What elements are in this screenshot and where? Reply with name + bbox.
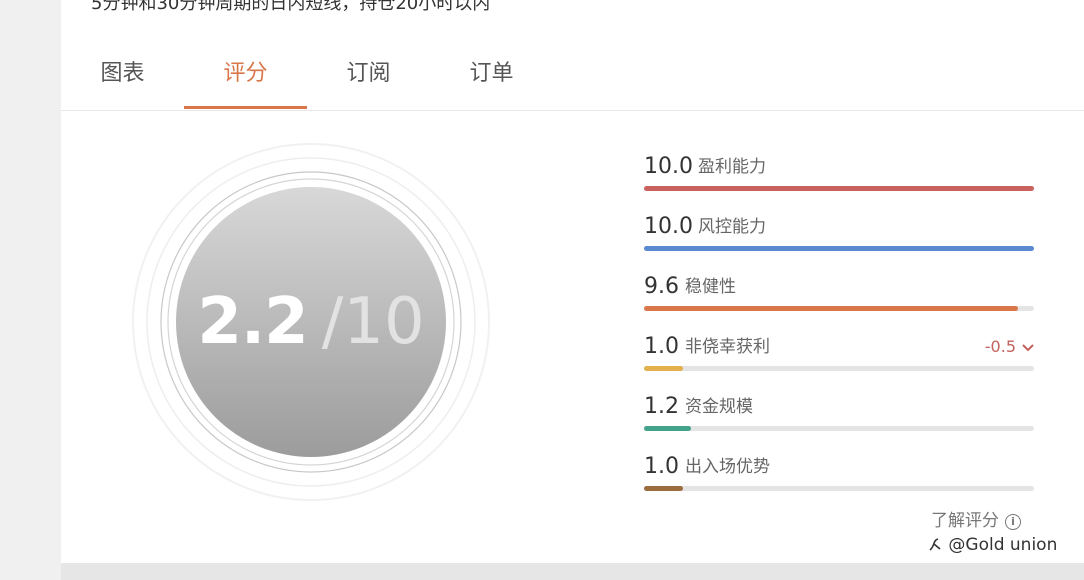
metric-risk-control: 10.0 风控能力 bbox=[644, 210, 1034, 270]
score-value: 2.2 bbox=[197, 285, 308, 359]
tab-subscribe[interactable]: 订阅 bbox=[307, 40, 430, 108]
bottom-strip bbox=[61, 563, 1084, 580]
metric-label: 稳健性 bbox=[685, 277, 736, 297]
main-card: 5分钟和30分钟周期的日内短线，持仓20小时以内 图表 评分 订阅 订单 2.2… bbox=[61, 0, 1084, 563]
metric-capital-scale: 1.2 资金规模 bbox=[644, 390, 1034, 450]
metric-value: 9.6 bbox=[644, 274, 679, 299]
strategy-subtitle: 5分钟和30分钟周期的日内短线，持仓20小时以内 bbox=[91, 0, 491, 14]
chevron-down-icon bbox=[1022, 330, 1034, 364]
metric-label: 风控能力 bbox=[698, 217, 766, 237]
metric-stability: 9.6 稳健性 bbox=[644, 270, 1034, 330]
metric-bar-track bbox=[644, 306, 1034, 311]
metric-label: 非侥幸获利 bbox=[685, 337, 770, 357]
metric-bar-fill bbox=[644, 486, 683, 491]
metric-bar-track bbox=[644, 366, 1034, 371]
tab-bar: 图表 评分 订阅 订单 bbox=[61, 40, 1084, 111]
metric-bar-fill bbox=[644, 426, 691, 431]
learn-score-label: 了解评分 bbox=[931, 511, 999, 531]
score-display: 2.2 /10 bbox=[176, 187, 446, 457]
score-max: /10 bbox=[321, 285, 425, 359]
learn-score-link[interactable]: 了解评分 i bbox=[931, 506, 1021, 531]
watermark: @Gold union bbox=[927, 535, 1057, 555]
metric-bar-fill bbox=[644, 366, 683, 371]
metric-value: 1.0 bbox=[644, 334, 679, 359]
metric-label: 盈利能力 bbox=[698, 157, 766, 177]
metric-label: 资金规模 bbox=[685, 397, 753, 417]
score-gauge: 2.2 /10 bbox=[131, 142, 491, 502]
metric-bar-track bbox=[644, 186, 1034, 191]
metric-entry-exit-edge: 1.0 出入场优势 bbox=[644, 450, 1034, 510]
metric-delta-value: -0.5 bbox=[984, 337, 1016, 356]
zhihu-logo-icon bbox=[927, 535, 943, 555]
metric-value: 10.0 bbox=[644, 214, 693, 239]
metric-value: 1.2 bbox=[644, 394, 679, 419]
metric-profitability: 10.0 盈利能力 bbox=[644, 150, 1034, 210]
metric-bar-track bbox=[644, 246, 1034, 251]
tab-chart[interactable]: 图表 bbox=[61, 40, 184, 108]
tab-orders[interactable]: 订单 bbox=[430, 40, 553, 108]
metric-bar-track bbox=[644, 426, 1034, 431]
metric-value: 10.0 bbox=[644, 154, 693, 179]
metric-label: 出入场优势 bbox=[685, 457, 770, 477]
tab-score[interactable]: 评分 bbox=[184, 40, 307, 108]
metric-bar-fill bbox=[644, 246, 1034, 251]
metric-value: 1.0 bbox=[644, 454, 679, 479]
metric-non-luck-profit: 1.0 非侥幸获利 -0.5 bbox=[644, 330, 1034, 390]
metric-bar-fill bbox=[644, 306, 1019, 311]
metric-bar-track bbox=[644, 486, 1034, 491]
metric-bar-fill bbox=[644, 186, 1034, 191]
watermark-text: @Gold union bbox=[948, 535, 1058, 555]
info-icon: i bbox=[1005, 514, 1021, 530]
active-tab-underline bbox=[184, 106, 307, 109]
metric-delta-toggle[interactable]: -0.5 bbox=[985, 330, 1034, 364]
